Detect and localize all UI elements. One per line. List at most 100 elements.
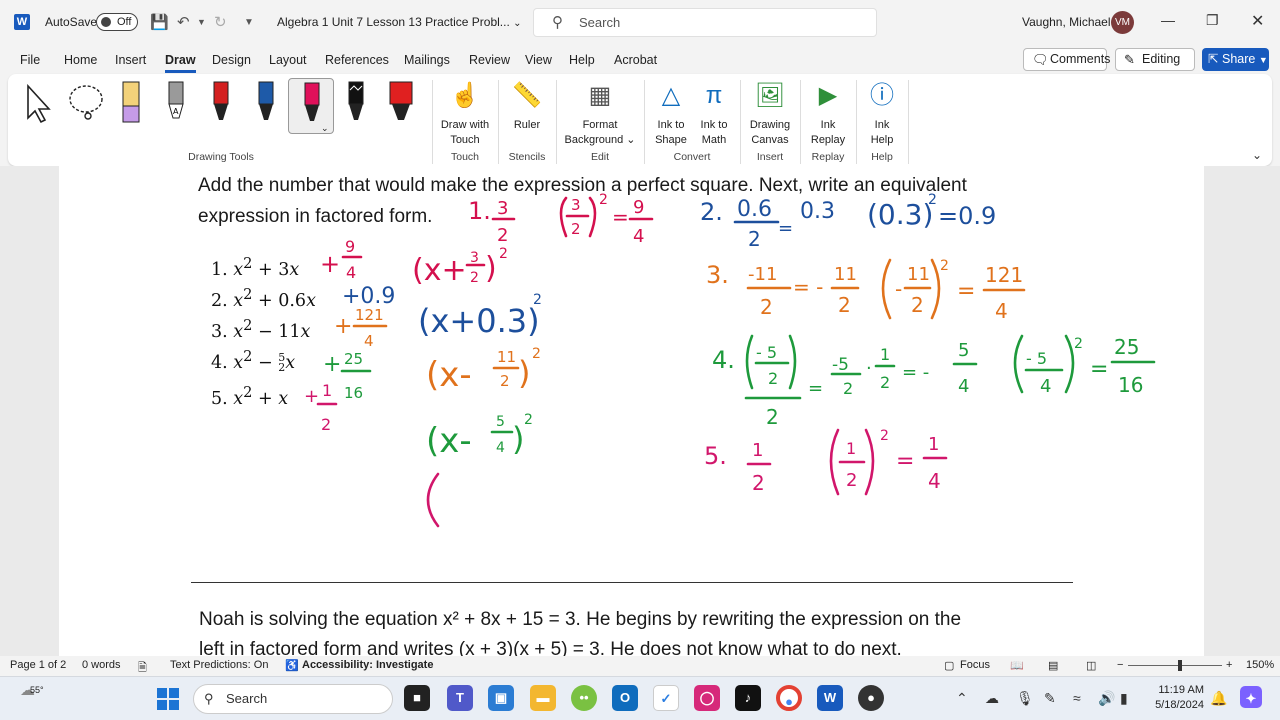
svg-text:5.: 5. <box>704 442 727 470</box>
svg-text:2: 2 <box>846 470 857 491</box>
web-layout-icon[interactable]: ◫ <box>1086 659 1096 672</box>
svg-text:2: 2 <box>532 346 541 362</box>
svg-text:(x-: (x- <box>426 421 472 461</box>
onedrive-icon[interactable]: ☁ <box>985 690 999 707</box>
svg-text:2: 2 <box>940 258 949 274</box>
svg-text:11: 11 <box>907 264 930 285</box>
svg-text:2: 2 <box>533 292 542 308</box>
tiktok-icon[interactable]: ♪ <box>735 685 761 711</box>
outlook-icon[interactable]: O <box>612 685 638 711</box>
svg-text:11: 11 <box>497 348 516 366</box>
notification-bell-icon[interactable]: 🔔 <box>1210 690 1227 707</box>
svg-text:11: 11 <box>834 264 857 285</box>
svg-text:0.3: 0.3 <box>800 199 835 224</box>
zoom-slider[interactable] <box>1128 665 1222 666</box>
svg-text:2: 2 <box>1074 336 1083 352</box>
svg-text:5: 5 <box>958 340 969 361</box>
svg-text:=0.9: =0.9 <box>938 202 996 230</box>
word-taskbar-icon[interactable]: W <box>817 685 843 711</box>
svg-text:3: 3 <box>571 196 581 214</box>
todo-icon[interactable]: ✓ <box>653 685 679 711</box>
svg-text:1: 1 <box>928 434 939 455</box>
svg-text:2: 2 <box>838 293 851 317</box>
svg-text:4: 4 <box>928 469 941 493</box>
instagram-icon[interactable]: ◯ <box>694 685 720 711</box>
svg-text:=: = <box>957 279 975 304</box>
microphone-icon[interactable]: 🎙 <box>1016 690 1034 707</box>
svg-text:3: 3 <box>497 198 508 219</box>
task-view-icon[interactable]: ■ <box>404 685 430 711</box>
copilot-icon[interactable]: ✦ <box>1240 686 1262 708</box>
accessibility-status[interactable]: Accessibility: Investigate <box>302 659 433 671</box>
focus-button[interactable]: Focus <box>960 659 990 671</box>
show-hidden-icons[interactable]: ⌃ <box>956 690 968 707</box>
svg-text:): ) <box>512 420 524 458</box>
svg-text:·: · <box>866 358 872 379</box>
svg-text:9: 9 <box>633 197 644 218</box>
svg-text:(x+: (x+ <box>412 253 467 288</box>
svg-text:16: 16 <box>1118 373 1143 397</box>
svg-text:-11: -11 <box>748 264 777 285</box>
search-icon: ⚲ <box>204 691 214 706</box>
svg-text:4: 4 <box>496 440 505 456</box>
taskbar-search[interactable]: ⚲ Search <box>193 684 393 714</box>
svg-text:+: + <box>323 352 341 377</box>
svg-text:4: 4 <box>995 299 1008 323</box>
taskbar: ☁ 55° ⚲ Search ■ T ▣ ▬ •• O ✓ ◯ ♪ ● W ● ⌃… <box>0 676 1280 720</box>
app-green-icon[interactable]: •• <box>571 685 597 711</box>
svg-text:2: 2 <box>321 415 331 434</box>
svg-text:25: 25 <box>1114 335 1139 359</box>
svg-text:-5: -5 <box>832 355 849 375</box>
zoom-out-icon[interactable]: − <box>1117 659 1123 671</box>
text-predictions[interactable]: Text Predictions: On <box>170 659 268 671</box>
svg-text:-: - <box>895 277 902 301</box>
svg-text:+: + <box>334 314 352 339</box>
svg-text:= -: = - <box>902 362 929 383</box>
svg-text:2: 2 <box>768 369 778 388</box>
section-divider <box>191 582 1073 583</box>
svg-text:+: + <box>320 250 340 278</box>
chrome-icon[interactable]: ● <box>776 685 802 711</box>
svg-text:): ) <box>485 251 497 286</box>
svg-text:2: 2 <box>928 192 937 208</box>
svg-text:=: = <box>896 449 914 474</box>
ink-pink: 5. 1 2 1 2 2 = 1 4 + 1 2 <box>304 381 948 528</box>
svg-text:2: 2 <box>911 293 924 317</box>
svg-text:2: 2 <box>843 379 853 398</box>
word-count[interactable]: 0 words <box>82 659 121 671</box>
svg-text:1: 1 <box>880 345 890 364</box>
pen-icon[interactable]: ✎ <box>1044 690 1056 707</box>
svg-text:2: 2 <box>499 246 508 262</box>
zoom-level[interactable]: 150% <box>1246 659 1274 671</box>
read-mode-icon[interactable]: 📖 <box>1010 659 1024 672</box>
ink-annotations: 1. 3 2 3 2 2 = 9 4 + 9 4 (x+ 3 2 ) 2 2. … <box>304 192 1156 528</box>
svg-text:2: 2 <box>599 192 608 208</box>
windows-start-icon[interactable] <box>157 688 179 710</box>
svg-text:9: 9 <box>345 237 355 256</box>
wifi-icon[interactable]: ≈ <box>1073 690 1081 706</box>
svg-text:4: 4 <box>364 332 374 350</box>
svg-text:0.6: 0.6 <box>737 197 772 222</box>
svg-text:4.: 4. <box>712 346 735 374</box>
file-explorer-icon[interactable]: ▬ <box>530 685 556 711</box>
store-icon[interactable]: ▣ <box>488 685 514 711</box>
teams-icon[interactable]: T <box>447 685 473 711</box>
battery-icon[interactable]: ▮ <box>1120 690 1128 707</box>
volume-icon[interactable]: 🔊 <box>1098 690 1115 707</box>
taskbar-clock[interactable]: 11:19 AM 5/18/2024 <box>1148 683 1204 713</box>
clock-time: 11:19 AM <box>1158 684 1204 696</box>
noah-line-1: Noah is solving the equation x² + 8x + 1… <box>199 609 962 630</box>
svg-text:3.: 3. <box>706 261 729 289</box>
zoom-slider-thumb[interactable] <box>1178 660 1182 671</box>
svg-text:(0.3): (0.3) <box>867 198 933 231</box>
page-count[interactable]: Page 1 of 2 <box>10 659 66 671</box>
svg-text:1: 1 <box>752 440 763 461</box>
taskbar-search-label: Search <box>226 691 268 706</box>
svg-text:1.: 1. <box>468 197 491 225</box>
svg-text:4: 4 <box>958 376 969 397</box>
recording-app-icon[interactable]: ● <box>858 685 884 711</box>
focus-icon: ▢ <box>944 660 955 672</box>
zoom-in-icon[interactable]: + <box>1226 659 1232 671</box>
svg-text:=: = <box>612 205 629 229</box>
print-layout-icon[interactable]: ▤ <box>1048 659 1058 672</box>
